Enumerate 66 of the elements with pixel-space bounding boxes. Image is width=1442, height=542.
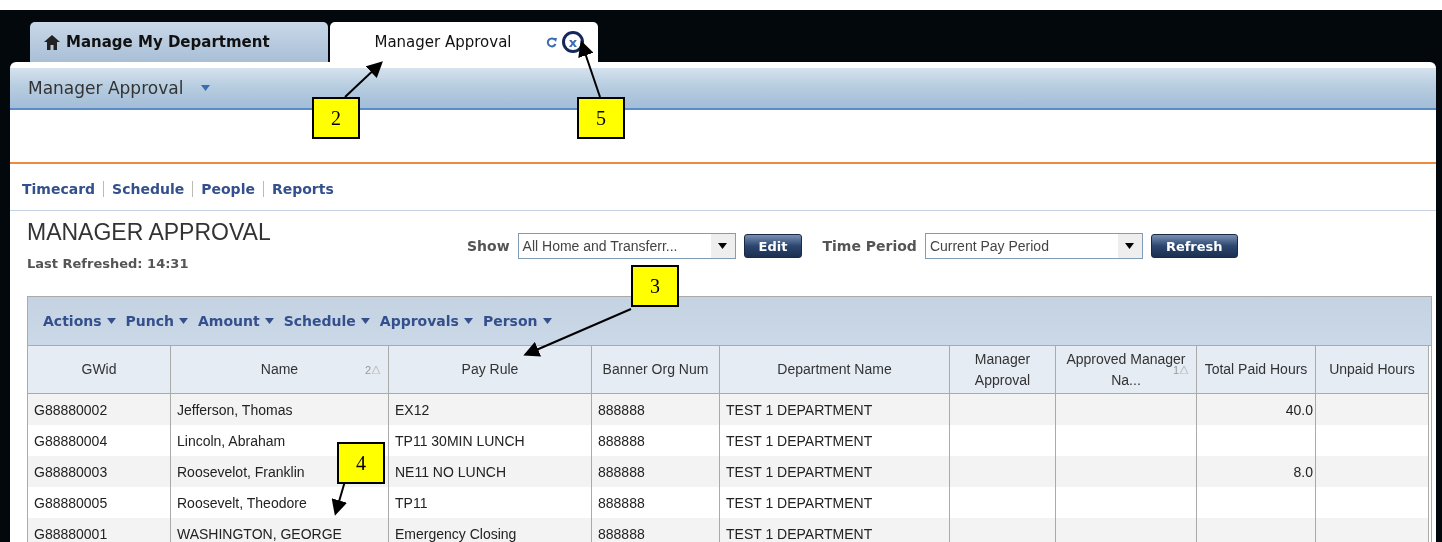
last-refreshed: Last Refreshed: 14:31 bbox=[27, 256, 189, 271]
table-cell: WASHINGTON, GEORGE bbox=[171, 518, 389, 542]
dropdown-field[interactable]: Current Pay Period bbox=[924, 233, 1143, 259]
sort-indicator: 1 bbox=[1172, 363, 1188, 376]
callout-label: 3 bbox=[631, 265, 679, 307]
menu-item[interactable]: Approvals bbox=[379, 313, 473, 329]
column-header[interactable]: Unpaid Hours bbox=[1316, 346, 1429, 394]
tab[interactable]: Manage My Department bbox=[30, 22, 328, 62]
nav-link[interactable]: People bbox=[192, 181, 263, 197]
arrow bbox=[344, 61, 383, 98]
column-header[interactable]: Total Paid Hours bbox=[1197, 346, 1316, 394]
table-cell: TEST 1 DEPARTMENT bbox=[720, 518, 950, 542]
caret-icon bbox=[1125, 243, 1135, 249]
arrow bbox=[578, 40, 601, 98]
table-cell: Emergency Closing bbox=[389, 518, 592, 542]
callout-label: 5 bbox=[577, 97, 625, 139]
header-title: Manager Approval bbox=[28, 78, 184, 98]
caret-icon bbox=[201, 85, 211, 91]
sort-indicator: 2 bbox=[364, 363, 380, 376]
dropdown-field[interactable]: All Home and Transferr... bbox=[517, 233, 736, 259]
column-header[interactable]: Department Name bbox=[720, 346, 950, 394]
action-button[interactable]: Edit bbox=[743, 234, 803, 258]
table-cell: G88880002 bbox=[28, 394, 171, 425]
page-title: MANAGER APPROVAL bbox=[27, 219, 271, 246]
filter-label: Show bbox=[467, 238, 510, 254]
column-header[interactable]: Manager Approval bbox=[950, 346, 1056, 394]
caret-icon bbox=[106, 318, 116, 324]
close-button[interactable]: x bbox=[562, 31, 584, 53]
table-cell: G88880003 bbox=[28, 456, 171, 487]
nav-link[interactable]: Timecard bbox=[22, 181, 104, 197]
column-header[interactable]: Name 2 bbox=[171, 346, 389, 394]
table-cell: NE11 NO LUNCH bbox=[389, 456, 592, 487]
caret-icon bbox=[179, 318, 188, 324]
caret-icon bbox=[264, 318, 274, 324]
filter-label: Time Period bbox=[822, 238, 917, 254]
table-cell: 888888 bbox=[592, 394, 720, 425]
menu-item[interactable]: Schedule bbox=[283, 313, 370, 329]
table-cell: Jefferson, Thomas bbox=[171, 394, 389, 425]
menu-item[interactable]: Amount bbox=[198, 313, 274, 329]
action-button[interactable]: Refresh bbox=[1150, 234, 1238, 258]
caret-icon bbox=[360, 318, 370, 324]
column-header[interactable]: GWid bbox=[28, 346, 171, 394]
column-header[interactable]: Pay Rule bbox=[389, 346, 592, 394]
table-cell: TEST 1 DEPARTMENT bbox=[720, 456, 950, 487]
table-cell: TEST 1 DEPARTMENT bbox=[720, 394, 950, 425]
caret-icon bbox=[542, 318, 552, 324]
column-header[interactable]: Approved Manager Na... 1 bbox=[1056, 346, 1197, 394]
caret-icon bbox=[718, 243, 728, 249]
table-cell: 888888 bbox=[592, 456, 720, 487]
caret-icon bbox=[463, 318, 473, 324]
menu-item[interactable]: Actions bbox=[43, 313, 116, 329]
column-header[interactable]: Banner Org Num bbox=[592, 346, 720, 394]
table-cell: 888888 bbox=[592, 518, 720, 542]
tab[interactable]: Manager Approval x bbox=[330, 22, 598, 62]
home-icon bbox=[44, 34, 60, 50]
table-cell: 8.0 bbox=[1197, 456, 1316, 487]
menu-item[interactable]: Person bbox=[482, 313, 552, 329]
table-cell: EX12 bbox=[389, 394, 592, 425]
menu-item[interactable]: Punch bbox=[125, 313, 188, 329]
nav-link[interactable]: Schedule bbox=[103, 181, 193, 197]
table-cell: 40.0 bbox=[1197, 394, 1316, 425]
callout-label: 2 bbox=[312, 97, 360, 139]
table-cell: G88880001 bbox=[28, 518, 171, 542]
nav-link[interactable]: Reports bbox=[262, 181, 342, 197]
callout-label: 4 bbox=[337, 442, 385, 484]
refresh-icon[interactable] bbox=[546, 36, 557, 48]
